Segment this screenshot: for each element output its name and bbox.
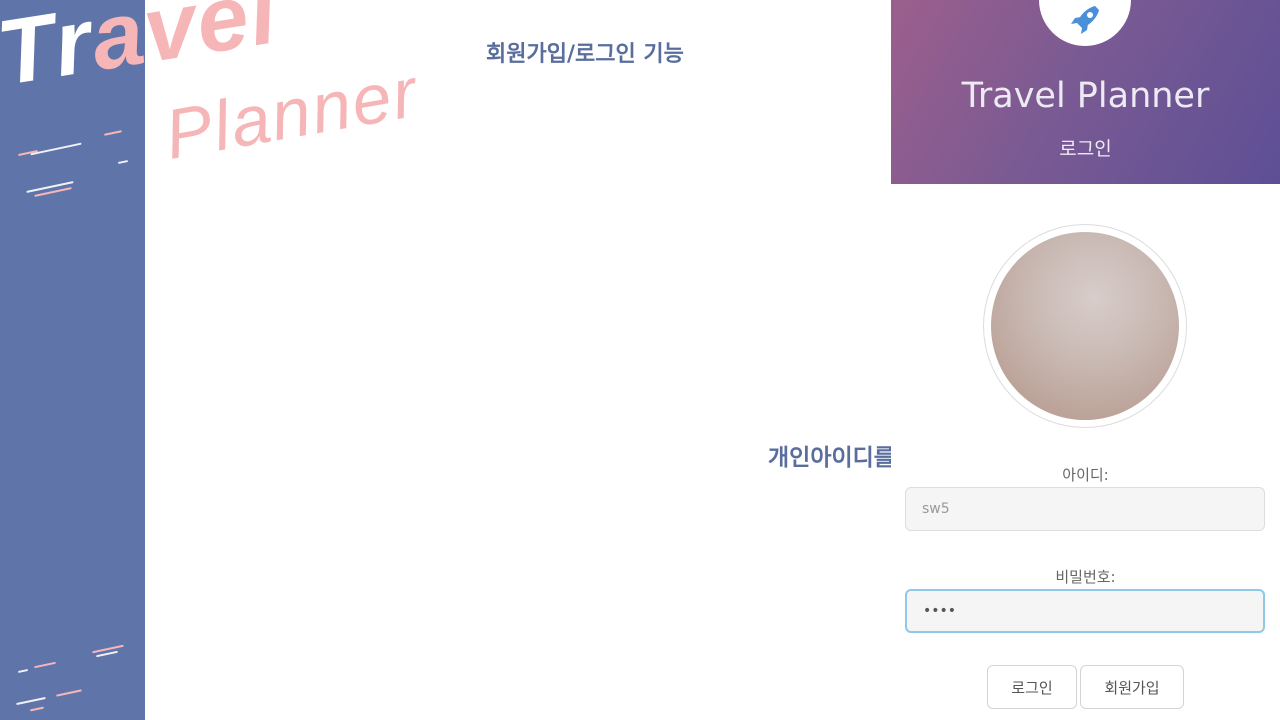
app-title: Travel Planner xyxy=(961,76,1210,116)
password-label: 비밀번호: xyxy=(1055,568,1116,586)
avatar xyxy=(991,232,1179,420)
decor-streak xyxy=(34,661,56,669)
decor-streak xyxy=(17,668,29,674)
left-sidebar xyxy=(0,0,145,720)
logo-travel-part1: Tr xyxy=(0,0,100,105)
password-input[interactable] xyxy=(905,589,1265,633)
id-label: 아이디: xyxy=(1062,466,1109,484)
login-header: Travel Planner 로그인 xyxy=(891,0,1280,184)
decor-streak xyxy=(56,689,82,697)
login-button[interactable]: 로그인 xyxy=(987,665,1077,709)
login-screen: Travel Planner 로그인 아이디: 비밀번호: 로그인 회원가입 xyxy=(891,0,1280,720)
decor-streak xyxy=(30,142,82,156)
signup-button[interactable]: 회원가입 xyxy=(1080,665,1184,709)
app-badge xyxy=(1039,0,1131,46)
slide-title: 회원가입/로그인 기능 xyxy=(486,42,684,67)
decor-streak xyxy=(103,130,123,136)
decor-streak xyxy=(29,706,45,712)
decor-streak xyxy=(117,159,129,165)
rocket-icon xyxy=(1071,6,1099,34)
logo-travel-part2: avel xyxy=(84,0,285,91)
profile-avatar-frame xyxy=(983,224,1187,428)
app-subtitle: 로그인 xyxy=(1059,138,1112,160)
id-input[interactable] xyxy=(905,487,1265,531)
decor-streak xyxy=(16,696,46,706)
